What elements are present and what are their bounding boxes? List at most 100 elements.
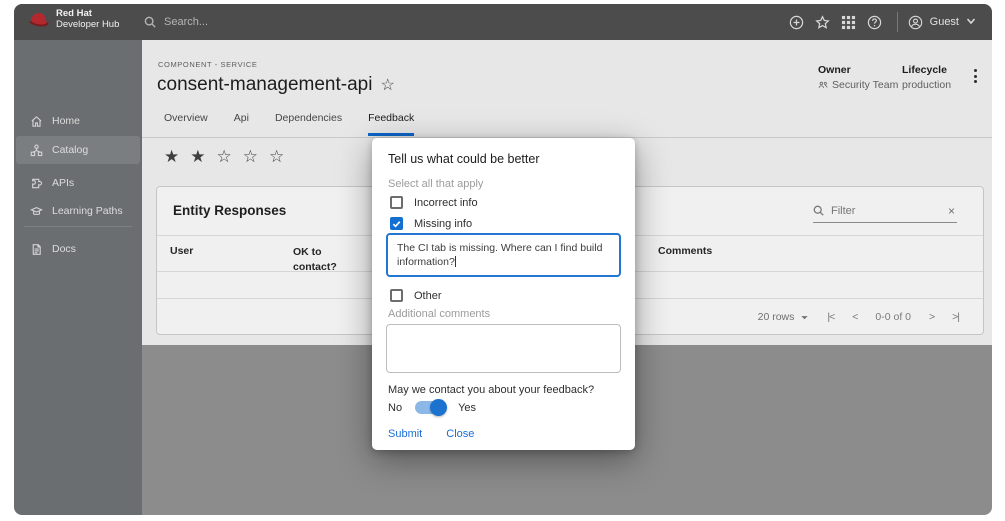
star-outline-icon[interactable]: ☆ <box>217 148 232 165</box>
checkbox-other[interactable]: Other <box>390 289 442 302</box>
global-header: Red Hat Developer Hub Search... <box>14 4 992 40</box>
favorite-entity-star-icon[interactable]: ☆ <box>380 75 394 95</box>
entity-tabs: Overview Api Dependencies Feedback <box>164 112 414 136</box>
toggle-yes-label: Yes <box>458 402 476 414</box>
tab-api[interactable]: Api <box>234 112 249 136</box>
learning-paths-icon <box>30 205 43 218</box>
screenshot-canvas: Red Hat Developer Hub Search... <box>0 0 1005 521</box>
help-icon[interactable] <box>867 14 883 30</box>
checkbox-incorrect-info[interactable]: Incorrect info <box>390 196 478 209</box>
toggle-no-label: No <box>388 402 402 414</box>
breadcrumb: COMPONENT - SERVICE <box>158 60 257 69</box>
prev-page-button[interactable]: < <box>852 311 857 323</box>
feedback-modal: Tell us what could be better Select all … <box>372 138 635 450</box>
next-page-button[interactable]: > <box>929 311 934 323</box>
star-filled-icon[interactable]: ★ <box>164 148 179 165</box>
sidebar-item-label: Docs <box>52 243 76 255</box>
sidebar-divider <box>24 226 132 227</box>
modal-actions: Submit Close <box>388 428 474 440</box>
search-input[interactable]: Search... <box>144 4 208 40</box>
lifecycle-meta: Lifecycle production <box>902 64 951 91</box>
filter-placeholder: Filter <box>831 205 941 217</box>
tab-dependencies[interactable]: Dependencies <box>275 112 342 136</box>
contact-toggle-row: No Yes <box>388 401 476 414</box>
brand-logo[interactable]: Red Hat Developer Hub <box>28 8 119 31</box>
page-title-row: consent-management-api ☆ <box>157 74 395 96</box>
checkbox-label: Missing info <box>414 218 472 230</box>
sidebar-item-label: Learning Paths <box>52 205 123 217</box>
sidebar-nav: Home Catalog APIs Learning Paths Docs <box>14 40 142 515</box>
additional-comments-textarea[interactable] <box>386 324 621 373</box>
checkbox-unchecked-icon <box>390 196 403 209</box>
home-icon <box>30 115 43 128</box>
catalog-icon <box>30 144 43 157</box>
search-icon <box>813 205 824 216</box>
last-page-button[interactable]: >| <box>952 311 959 323</box>
sidebar-item-label: Home <box>52 115 80 127</box>
checkbox-unchecked-icon <box>390 289 403 302</box>
pagination-range: 0-0 of 0 <box>875 311 911 323</box>
first-page-button[interactable]: |< <box>827 311 834 323</box>
sidebar-item-learning-paths[interactable]: Learning Paths <box>16 198 140 224</box>
redhat-fedora-icon <box>28 11 50 28</box>
additional-comments-label: Additional comments <box>388 308 490 320</box>
lifecycle-label: Lifecycle <box>902 64 951 76</box>
owner-meta: Owner Security Team <box>818 64 898 91</box>
star-outline-icon[interactable]: ☆ <box>243 148 258 165</box>
feedback-text: The CI tab is missing. Where can I find … <box>397 242 602 268</box>
add-circle-icon[interactable] <box>789 14 805 30</box>
owner-label: Owner <box>818 64 898 76</box>
column-header-user: User <box>170 245 193 257</box>
feedback-textarea[interactable]: The CI tab is missing. Where can I find … <box>386 233 621 277</box>
sidebar-item-label: APIs <box>52 177 74 189</box>
favorites-star-icon[interactable] <box>815 14 831 30</box>
checkbox-label: Incorrect info <box>414 197 478 209</box>
sidebar-item-label: Catalog <box>52 144 88 156</box>
topbar-actions: Guest <box>784 4 992 40</box>
panel-title: Entity Responses <box>173 203 286 218</box>
star-filled-icon[interactable]: ★ <box>190 148 205 165</box>
close-button[interactable]: Close <box>446 428 474 440</box>
contact-toggle[interactable] <box>415 401 445 414</box>
checkbox-missing-info[interactable]: Missing info <box>390 217 472 230</box>
caret-down-icon <box>800 313 809 322</box>
sidebar-item-docs[interactable]: Docs <box>16 236 140 262</box>
brand-line2: Developer Hub <box>56 19 119 30</box>
checkbox-label: Other <box>414 290 442 302</box>
modal-subtitle: Select all that apply <box>388 178 483 190</box>
submit-button[interactable]: Submit <box>388 428 422 440</box>
brand-text: Red Hat Developer Hub <box>56 8 119 31</box>
brand-line1: Red Hat <box>56 8 119 19</box>
sidebar-item-catalog[interactable]: Catalog <box>16 136 140 164</box>
toggle-thumb <box>430 399 447 416</box>
sidebar-item-home[interactable]: Home <box>16 108 140 134</box>
group-icon <box>818 81 828 89</box>
star-outline-icon[interactable]: ☆ <box>269 148 284 165</box>
column-header-comments: Comments <box>658 245 712 257</box>
rating-stars: ★ ★ ☆ ☆ ☆ <box>164 148 284 165</box>
tab-overview[interactable]: Overview <box>164 112 208 136</box>
lifecycle-value: production <box>902 79 951 91</box>
sidebar-item-apis[interactable]: APIs <box>16 170 140 196</box>
owner-value[interactable]: Security Team <box>832 79 898 91</box>
modal-title: Tell us what could be better <box>388 152 539 166</box>
clear-filter-icon[interactable]: × <box>948 204 957 218</box>
rows-per-page-value: 20 rows <box>758 311 795 323</box>
apps-grid-icon[interactable] <box>841 14 857 30</box>
tab-feedback[interactable]: Feedback <box>368 112 414 136</box>
search-placeholder: Search... <box>164 16 208 28</box>
filter-input[interactable]: Filter × <box>813 199 957 223</box>
rows-per-page-select[interactable]: 20 rows <box>758 311 810 323</box>
topbar-divider <box>897 12 898 32</box>
contact-question: May we contact you about your feedback? <box>388 384 594 396</box>
avatar-icon <box>908 15 923 30</box>
user-name: Guest <box>930 16 959 28</box>
page-title: consent-management-api <box>157 74 372 96</box>
api-extension-icon <box>30 177 43 190</box>
chevron-down-icon <box>966 16 976 26</box>
checkbox-checked-icon <box>390 217 403 230</box>
search-icon <box>144 16 156 28</box>
user-menu[interactable]: Guest <box>908 15 976 30</box>
text-cursor <box>455 256 456 267</box>
kebab-menu-icon[interactable] <box>968 66 982 86</box>
